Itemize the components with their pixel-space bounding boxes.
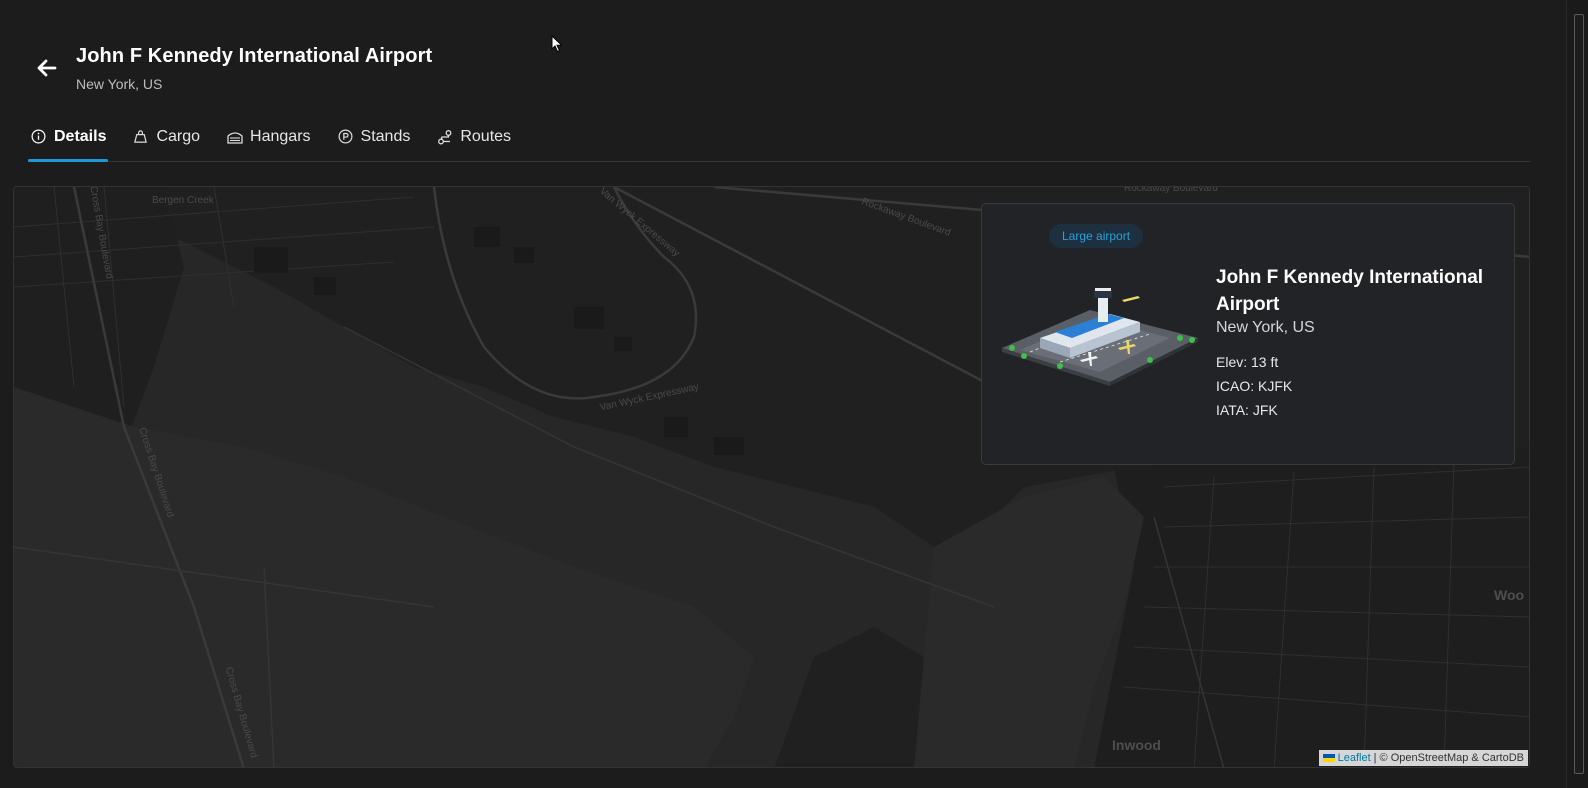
app-window: John F Kennedy International Airport New… [0, 0, 1588, 788]
card-icao: ICAO: KJFK [1216, 378, 1293, 394]
back-button[interactable] [28, 49, 66, 87]
scrollbar[interactable] [1566, 0, 1588, 788]
map-label: Inwood [1112, 737, 1161, 753]
airport-type-badge: Large airport [1049, 224, 1144, 248]
airport-info-card: Large airport John F Kennedy Internation… [981, 203, 1515, 465]
card-elevation: Elev: 13 ft [1216, 354, 1279, 370]
page-header: John F Kennedy International Airport New… [28, 40, 432, 100]
ukraine-flag-icon [1322, 754, 1335, 762]
tab-label: Routes [460, 127, 512, 145]
tab-label: Hangars [250, 127, 311, 145]
card-city: New York, US [1216, 319, 1315, 336]
map-label: Bergen Creek [152, 195, 214, 206]
mouse-cursor-icon [551, 35, 563, 53]
tab-routes[interactable]: Routes [434, 118, 513, 161]
tab-label: Details [54, 127, 107, 145]
tab-bar: Details Cargo Hangars Stands Routes [28, 118, 1531, 162]
card-iata: IATA: JFK [1216, 402, 1278, 418]
card-airport-name: John F Kennedy International Airport [1216, 267, 1484, 315]
map-label: Rockaway Boulevard [1124, 186, 1218, 194]
page-subtitle: New York, US [76, 76, 163, 92]
scrollbar-thumb[interactable] [1574, 14, 1584, 774]
tab-cargo[interactable]: Cargo [130, 118, 202, 161]
airport-illustration [1002, 288, 1198, 386]
leaflet-link[interactable]: Leaflet [1338, 752, 1371, 764]
map-label: Woo [1494, 587, 1525, 603]
route-icon [436, 128, 453, 145]
arrow-left-icon [37, 59, 57, 77]
tab-stands[interactable]: Stands [335, 118, 413, 161]
tab-label: Cargo [156, 127, 201, 145]
cargo-icon [132, 128, 149, 145]
info-icon [30, 128, 47, 145]
attribution-text: | © OpenStreetMap & CartoDB [1373, 752, 1524, 764]
hangar-icon [226, 128, 243, 145]
tab-label: Stands [360, 127, 411, 145]
tab-details[interactable]: Details [28, 118, 109, 162]
title-block: John F Kennedy International Airport New… [76, 40, 432, 92]
parking-icon [337, 128, 354, 145]
tab-hangars[interactable]: Hangars [224, 118, 312, 161]
page-title: John F Kennedy International Airport [76, 45, 433, 67]
map-view[interactable]: Bergen Creek Van Wyck Expressway Van Wyc… [13, 186, 1530, 768]
map-attribution: Leaflet | © OpenStreetMap & CartoDB [1318, 750, 1528, 766]
